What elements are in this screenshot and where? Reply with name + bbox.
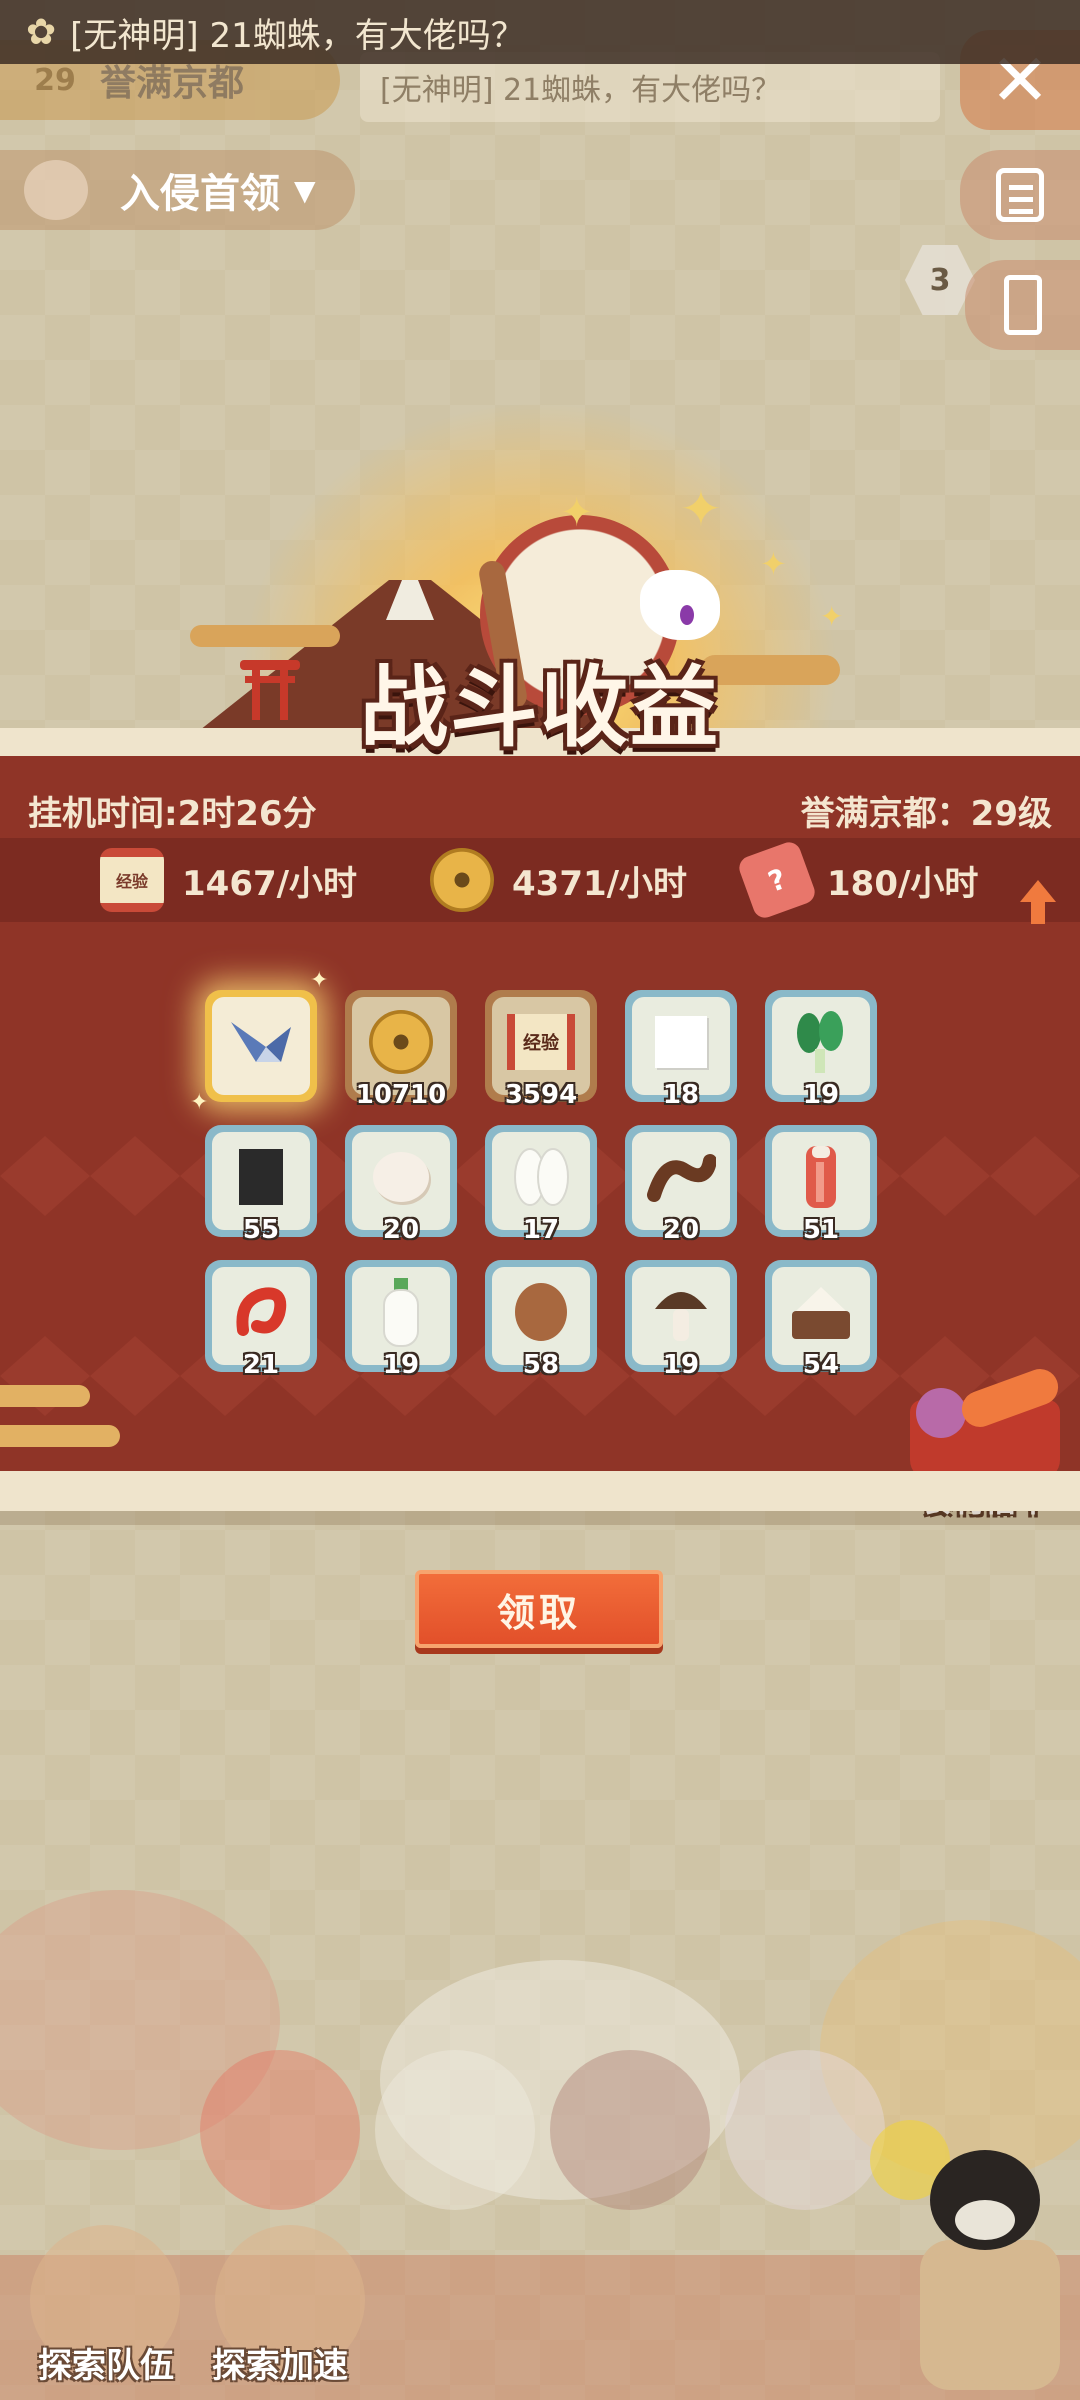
explore-speedup-button[interactable]: 探索加速 [212, 2338, 348, 2387]
reward-item-meat[interactable]: 51 [765, 1125, 877, 1245]
sparkle-icon: ✦ [310, 968, 329, 993]
card-icon [1003, 275, 1042, 335]
sparkle-icon: ✦ [820, 600, 844, 633]
character-avatar[interactable] [725, 2050, 885, 2210]
idle-time: 挂机时间:2时26分 [28, 793, 317, 834]
invade-label: 入侵首领 [120, 171, 280, 217]
radish-icon [383, 1278, 419, 1348]
character-avatar[interactable] [375, 2050, 535, 2210]
quest-list-button[interactable] [960, 150, 1080, 240]
item-count: 10710 [355, 1080, 447, 1110]
meat-icon [806, 1146, 836, 1209]
item-count: 18 [662, 1080, 700, 1110]
claim-button[interactable]: 领取 [415, 1570, 663, 1648]
cloud-decoration [190, 625, 340, 647]
sparkle-icon: ✦ [190, 1090, 209, 1115]
torii-gate-icon [240, 660, 300, 720]
item-count: 19 [662, 1350, 700, 1380]
exp-rate: 经验 1467/小时 [100, 848, 357, 912]
coin-icon [369, 1010, 433, 1075]
panel-bottom-edge [0, 1471, 1080, 1511]
flour-sack-icon [792, 1287, 850, 1340]
character-avatar[interactable] [550, 2050, 710, 2210]
flower-icon: ✿ [26, 11, 57, 53]
eel-icon [647, 1154, 716, 1203]
potato-icon [515, 1283, 567, 1342]
region-level-text: 誉满京都：29级 [800, 793, 1052, 834]
item-count: 21 [242, 1350, 280, 1380]
item-count: 54 [802, 1350, 840, 1380]
item-count: 3594 [504, 1080, 578, 1110]
reward-item-shrimp[interactable]: 21 [205, 1260, 317, 1380]
chat-banner[interactable]: ✿ [无神明] 21蜘蛛，有大佬吗？ [0, 0, 1080, 64]
item-count: 55 [242, 1215, 280, 1245]
reward-item-mushroom[interactable]: 19 [625, 1260, 737, 1380]
exp-scroll-icon: 经验 [507, 1014, 575, 1071]
mushroom-icon [655, 1292, 707, 1342]
sparkle-icon: ✦ [760, 545, 787, 583]
chat-message: [无神明] 21蜘蛛，有大佬吗？ [70, 15, 525, 56]
list-icon [996, 168, 1044, 222]
seaweed-icon [239, 1149, 283, 1206]
tofu-icon [655, 1016, 707, 1069]
sparkle-icon: ✦ [680, 480, 722, 538]
cloud-swirl-decoration [0, 1385, 120, 1450]
explore-team-button[interactable]: 探索队伍 [38, 2338, 174, 2387]
egg-icon [373, 1152, 429, 1203]
exp-scroll-icon: 经验 [100, 848, 164, 912]
item-count: 20 [382, 1215, 420, 1245]
collapse-arrow-icon[interactable] [1020, 880, 1056, 926]
kumamon-mascot[interactable] [910, 2130, 1080, 2400]
item-count: 58 [522, 1350, 560, 1380]
reward-item-egg[interactable]: 20 [345, 1125, 457, 1245]
character-avatar[interactable] [200, 2050, 360, 2210]
reward-item-radish[interactable]: 19 [345, 1260, 457, 1380]
panel-shadow [0, 1511, 1080, 1525]
greens-icon [797, 1011, 843, 1074]
reward-item-exp[interactable]: 经验 3594 [485, 990, 597, 1110]
chevron-down-icon: ▼ [294, 173, 316, 207]
card-button[interactable] [965, 260, 1080, 350]
coin-icon [430, 848, 494, 912]
spirit-creature-icon [640, 570, 720, 640]
reward-item-rare[interactable] [205, 990, 317, 1102]
boss-avatar-icon [24, 160, 88, 220]
exp-rate-value: 1467/小时 [182, 863, 358, 904]
reward-item-tofu[interactable]: 18 [625, 990, 737, 1110]
reward-item-rice[interactable]: 17 [485, 1125, 597, 1245]
ticket-rate: ? 180/小时 [735, 838, 979, 922]
reward-item-flour[interactable]: 54 [765, 1260, 877, 1380]
origami-bird-icon [231, 1022, 291, 1063]
reward-item-eel[interactable]: 20 [625, 1125, 737, 1245]
item-count: 17 [522, 1215, 560, 1245]
coin-rate: 4371/小时 [430, 848, 687, 912]
item-count: 19 [382, 1350, 420, 1380]
rice-icon [514, 1148, 569, 1207]
reward-item-greens[interactable]: 19 [765, 990, 877, 1110]
coin-rate-value: 4371/小时 [512, 863, 688, 904]
reward-item-seaweed[interactable]: 55 [205, 1125, 317, 1245]
creature-eye [680, 605, 694, 625]
sparkle-icon: ✦ [560, 490, 594, 536]
reward-item-coins[interactable]: 10710 [345, 990, 457, 1110]
onion-icon [916, 1388, 966, 1438]
shrimp-icon [236, 1287, 287, 1337]
item-count: 19 [802, 1080, 840, 1110]
ticket-rate-value: 180/小时 [827, 863, 979, 904]
panel-title: 战斗收益 [359, 655, 720, 759]
reward-item-potato[interactable]: 58 [485, 1260, 597, 1380]
item-count: 51 [802, 1215, 840, 1245]
ticket-icon: ? [735, 838, 819, 922]
item-count: 20 [662, 1215, 700, 1245]
